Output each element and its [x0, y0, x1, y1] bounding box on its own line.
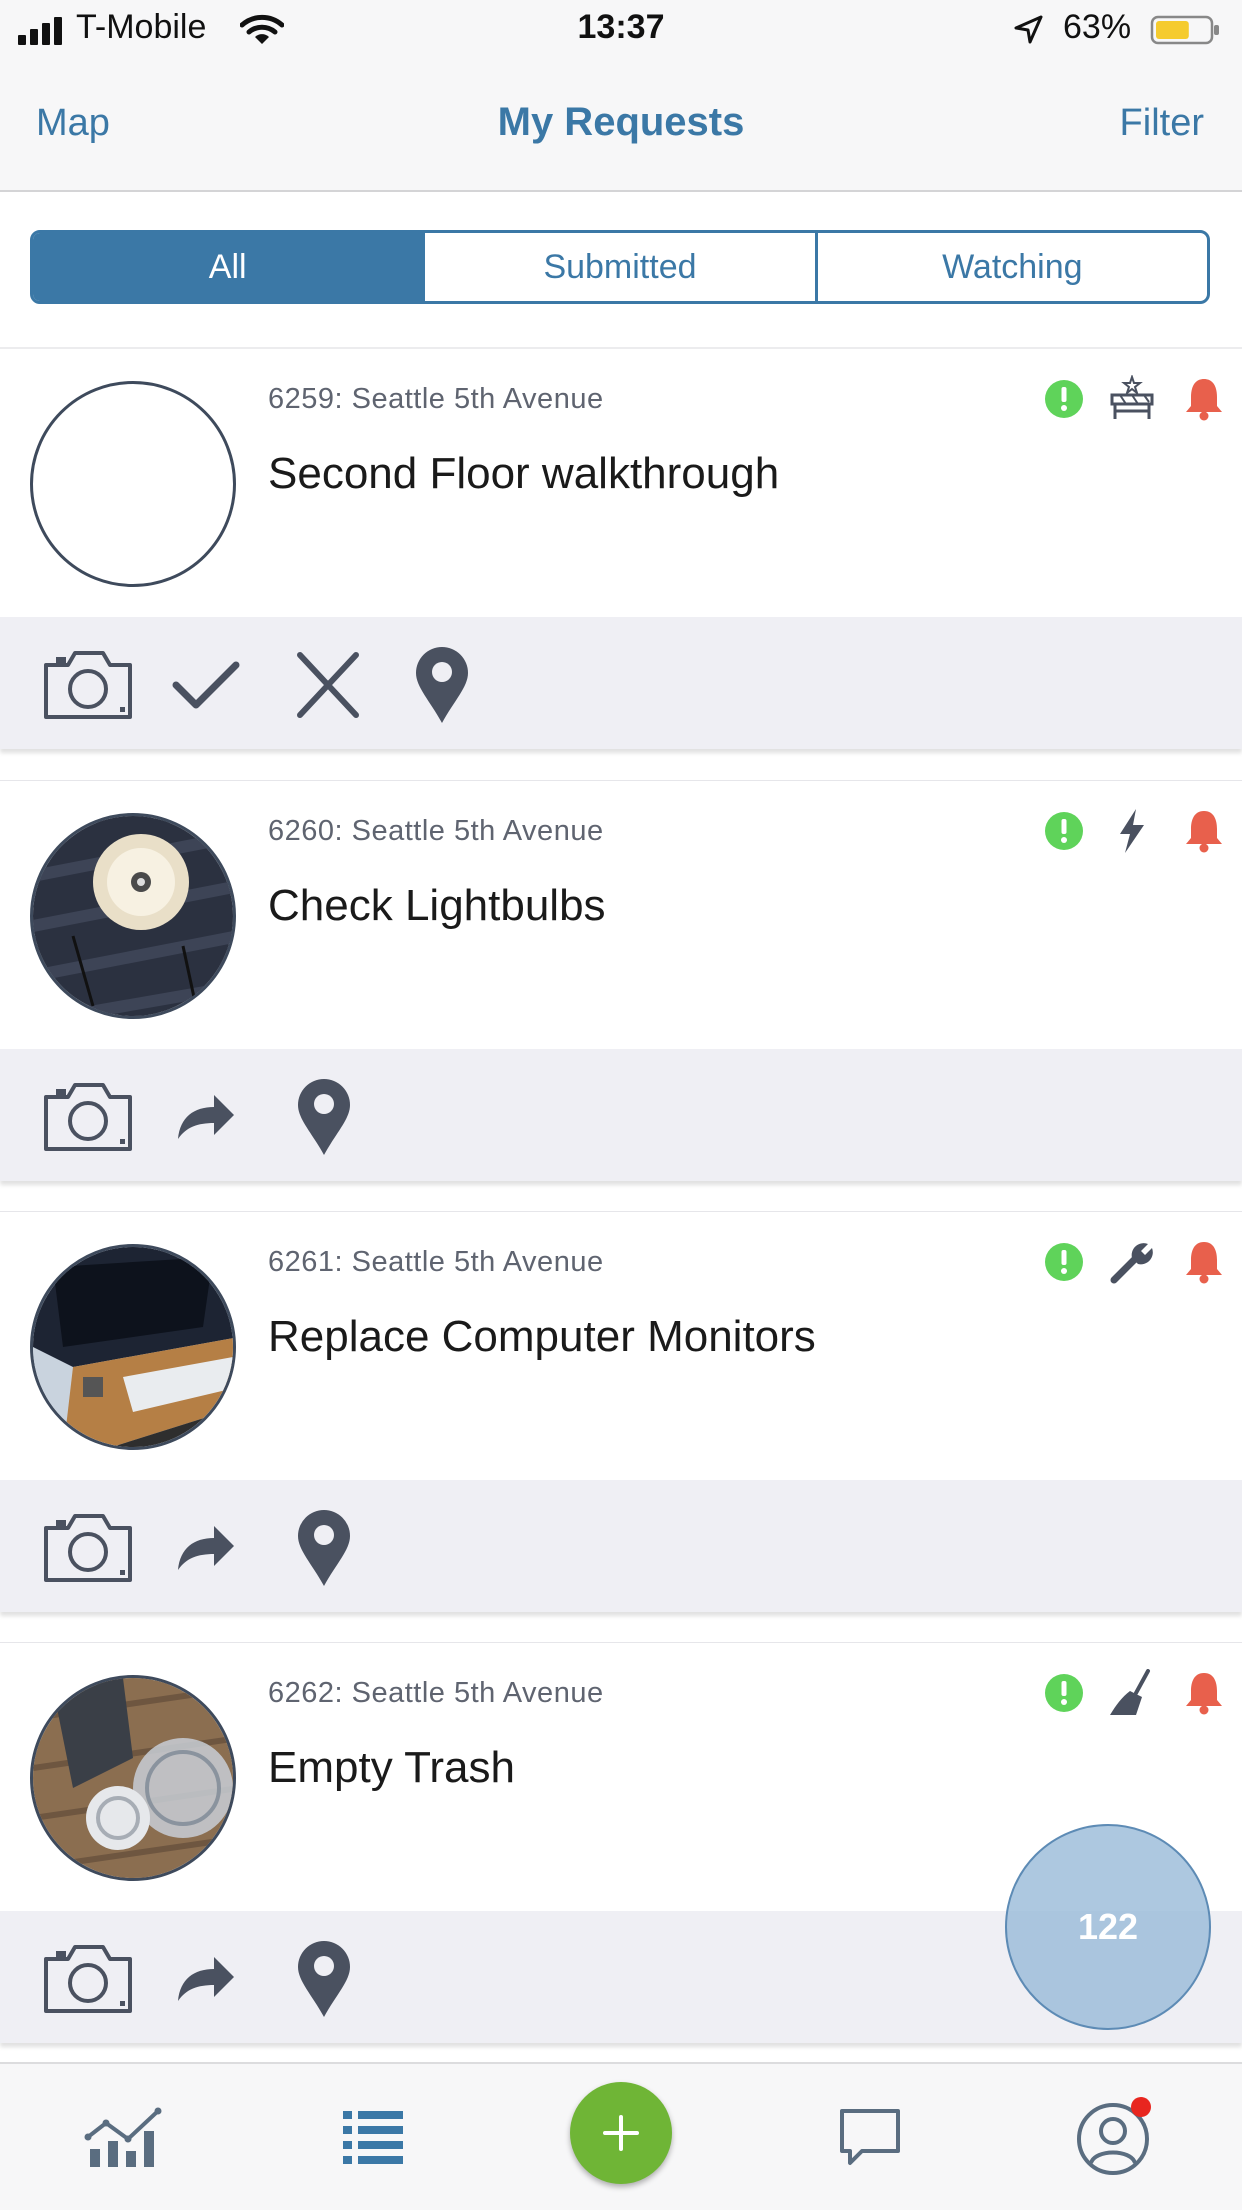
tab-dashboard[interactable]: [64, 2064, 184, 2210]
forward-icon[interactable]: [174, 1077, 238, 1157]
request-card-6260[interactable]: 6260: Seattle 5th Avenue Check Lightbulb…: [0, 781, 1242, 1181]
battery-icon: [1150, 15, 1219, 45]
request-actions-bar: [0, 617, 1242, 749]
status-green-icon: [1045, 380, 1083, 418]
request-count-badge[interactable]: 122: [1005, 1824, 1211, 2030]
location-pin-icon[interactable]: [294, 1077, 354, 1157]
forward-icon[interactable]: [174, 1939, 238, 2019]
navigation-bar: Map My Requests Filter: [0, 62, 1242, 192]
profile-icon: [1077, 2097, 1151, 2175]
page-title: My Requests: [497, 100, 745, 144]
broom-icon: [1110, 1669, 1150, 1715]
segment-watching[interactable]: Watching: [814, 233, 1207, 301]
request-photo-placeholder: [30, 381, 236, 587]
request-card-6261[interactable]: 6261: Seattle 5th Avenue Replace Compute…: [0, 1212, 1242, 1612]
camera-icon[interactable]: [42, 645, 134, 725]
bell-icon[interactable]: [1180, 807, 1228, 855]
status-green-icon: [1045, 1674, 1083, 1712]
location-arrow-icon: [1014, 15, 1043, 44]
status-time: 13:37: [577, 8, 665, 46]
trash-photo: [30, 1675, 236, 1881]
status-green-icon: [1045, 812, 1083, 850]
tab-profile[interactable]: [1057, 2064, 1177, 2210]
notification-dot: [1131, 2097, 1151, 2117]
tab-messages[interactable]: [810, 2064, 930, 2210]
battery-percent: 63%: [1063, 8, 1132, 46]
add-request-button[interactable]: [570, 2082, 672, 2184]
wrench-icon: [1110, 1243, 1153, 1284]
request-actions-bar: [0, 1049, 1242, 1181]
chat-icon: [840, 2109, 900, 2165]
camera-icon[interactable]: [42, 1077, 134, 1157]
forward-icon[interactable]: [174, 1508, 238, 1588]
request-location: 6260: Seattle 5th Avenue: [268, 815, 604, 847]
camera-icon[interactable]: [42, 1939, 134, 2019]
bell-icon[interactable]: [1180, 1669, 1228, 1717]
tab-requests-list[interactable]: [313, 2064, 433, 2210]
checkmark-icon[interactable]: [170, 645, 242, 725]
request-location: 6261: Seattle 5th Avenue: [268, 1246, 604, 1278]
filter-button[interactable]: Filter: [1120, 102, 1204, 145]
request-card-6259[interactable]: 6259: Seattle 5th Avenue Second Floor wa…: [0, 349, 1242, 749]
map-button[interactable]: Map: [36, 102, 110, 145]
request-title: Empty Trash: [268, 1743, 515, 1792]
request-title: Second Floor walkthrough: [268, 449, 780, 498]
tab-bar: [0, 2062, 1242, 2210]
request-filter-segmented-control: All Submitted Watching: [30, 230, 1210, 304]
request-location: 6262: Seattle 5th Avenue: [268, 1677, 604, 1709]
add-icon: [603, 2115, 639, 2151]
location-pin-icon[interactable]: [412, 645, 472, 725]
list-icon: [343, 2111, 403, 2164]
request-title: Check Lightbulbs: [268, 881, 606, 930]
bell-icon[interactable]: [1180, 1238, 1228, 1286]
camera-icon[interactable]: [42, 1508, 134, 1588]
segment-all[interactable]: All: [33, 233, 423, 301]
chart-icon: [84, 2107, 162, 2167]
lightning-icon: [1120, 809, 1144, 853]
location-pin-icon[interactable]: [294, 1939, 354, 2019]
bell-icon[interactable]: [1180, 375, 1228, 423]
location-pin-icon[interactable]: [294, 1508, 354, 1588]
status-green-icon: [1045, 1243, 1083, 1281]
monitor-photo: [30, 1244, 236, 1450]
segment-submitted[interactable]: Submitted: [422, 233, 814, 301]
request-actions-bar: [0, 1480, 1242, 1612]
status-bar: T-Mobile 13:37 63%: [0, 0, 1242, 62]
close-icon[interactable]: [292, 645, 364, 725]
request-location: 6259: Seattle 5th Avenue: [268, 383, 604, 415]
request-title: Replace Computer Monitors: [268, 1312, 816, 1361]
lightbulb-photo: [30, 813, 236, 1019]
furniture-icon: [1110, 375, 1154, 419]
